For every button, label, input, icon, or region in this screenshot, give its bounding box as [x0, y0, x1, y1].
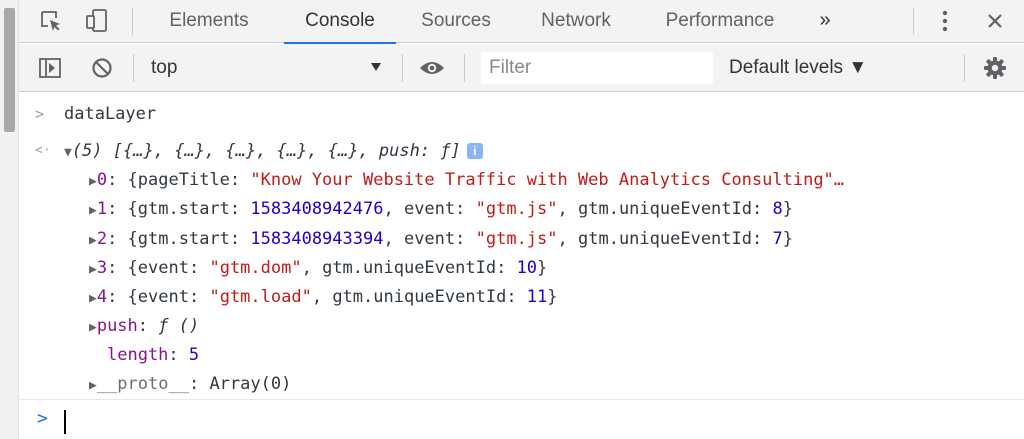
info-badge-icon[interactable]: i	[466, 143, 483, 159]
array-entry[interactable]: ▶1: {gtm.start: 1583408942476, event: "g…	[89, 194, 793, 224]
live-expression-icon[interactable]	[418, 54, 446, 82]
array-entry[interactable]: ▶4: {event: "gtm.load", gtm.uniqueEventI…	[89, 282, 558, 312]
scrollbar-thumb[interactable]	[4, 8, 15, 132]
more-tabs-button[interactable]: »	[814, 0, 836, 43]
collapsed-triangle-icon[interactable]: ▶	[89, 284, 97, 314]
collapsed-triangle-icon[interactable]: ▶	[89, 371, 97, 401]
device-toolbar-icon[interactable]	[83, 7, 111, 35]
toolbar-divider	[133, 54, 134, 82]
array-entry[interactable]: ▶0: {pageTitle: "Know Your Website Traff…	[89, 165, 844, 195]
array-entry[interactable]: ▶3: {event: "gtm.dom", gtm.uniqueEventId…	[89, 253, 547, 283]
clear-console-icon[interactable]	[88, 54, 116, 82]
push-property[interactable]: ▶push: ƒ ()	[89, 311, 199, 341]
gear-icon[interactable]	[981, 54, 1009, 82]
toolbar-divider	[132, 8, 133, 35]
collapsed-triangle-icon[interactable]: ▶	[89, 313, 97, 343]
context-selector[interactable]: top	[151, 44, 177, 92]
toolbar-divider	[464, 54, 465, 82]
close-icon[interactable]	[981, 7, 1009, 35]
text-cursor	[64, 410, 66, 434]
tab-network[interactable]: Network	[524, 0, 628, 43]
tab-elements[interactable]: Elements	[154, 0, 264, 43]
tab-console[interactable]: Console	[284, 0, 396, 44]
console-input[interactable]	[63, 408, 963, 434]
result-arrow-icon: <·	[35, 143, 51, 158]
tab-sources[interactable]: Sources	[405, 0, 507, 43]
console-toolbar: top Default levels ▼	[19, 44, 1024, 92]
console-output: > dataLayer <· ▼(5) [{…}, {…}, {…}, {…},…	[19, 93, 1024, 439]
collapsed-triangle-icon[interactable]: ▶	[89, 167, 97, 197]
toolbar-divider	[913, 8, 914, 35]
array-entry[interactable]: ▶2: {gtm.start: 1583408943394, event: "g…	[89, 224, 793, 254]
collapsed-triangle-icon[interactable]: ▶	[89, 226, 97, 256]
filter-input[interactable]	[481, 52, 713, 84]
log-levels-dropdown[interactable]: Default levels ▼	[729, 44, 867, 92]
show-sidebar-icon[interactable]	[36, 54, 64, 82]
input-command: dataLayer	[64, 104, 157, 124]
toolbar-divider	[964, 54, 965, 82]
array-preview: [{…}, {…}, {…}, {…}, {…}, push: ƒ]	[112, 141, 461, 161]
collapsed-triangle-icon[interactable]: ▶	[89, 196, 97, 226]
console-prompt[interactable]: >	[19, 399, 1024, 439]
result-summary[interactable]: <· ▼(5) [{…}, {…}, {…}, {…}, {…}, push: …	[19, 136, 1024, 166]
expanded-triangle-icon[interactable]: ▼	[64, 138, 72, 168]
page-scrollbar[interactable]	[0, 0, 19, 439]
kebab-menu-icon[interactable]	[931, 7, 959, 35]
proto-property[interactable]: ▶__proto__: Array(0)	[89, 369, 291, 399]
toolbar-divider	[402, 54, 403, 82]
context-dropdown-arrow[interactable]	[369, 60, 383, 74]
prompt-chevron-icon: >	[37, 408, 48, 429]
collapsed-triangle-icon[interactable]: ▶	[89, 255, 97, 285]
input-chevron-icon: >	[35, 105, 45, 123]
devtools-tab-bar: Elements Console Sources Network Perform…	[19, 0, 1024, 44]
inspect-element-icon[interactable]	[37, 7, 65, 35]
tab-performance[interactable]: Performance	[647, 0, 793, 43]
length-property: length: 5	[107, 345, 200, 365]
devtools-panel: Elements Console Sources Network Perform…	[19, 0, 1024, 439]
